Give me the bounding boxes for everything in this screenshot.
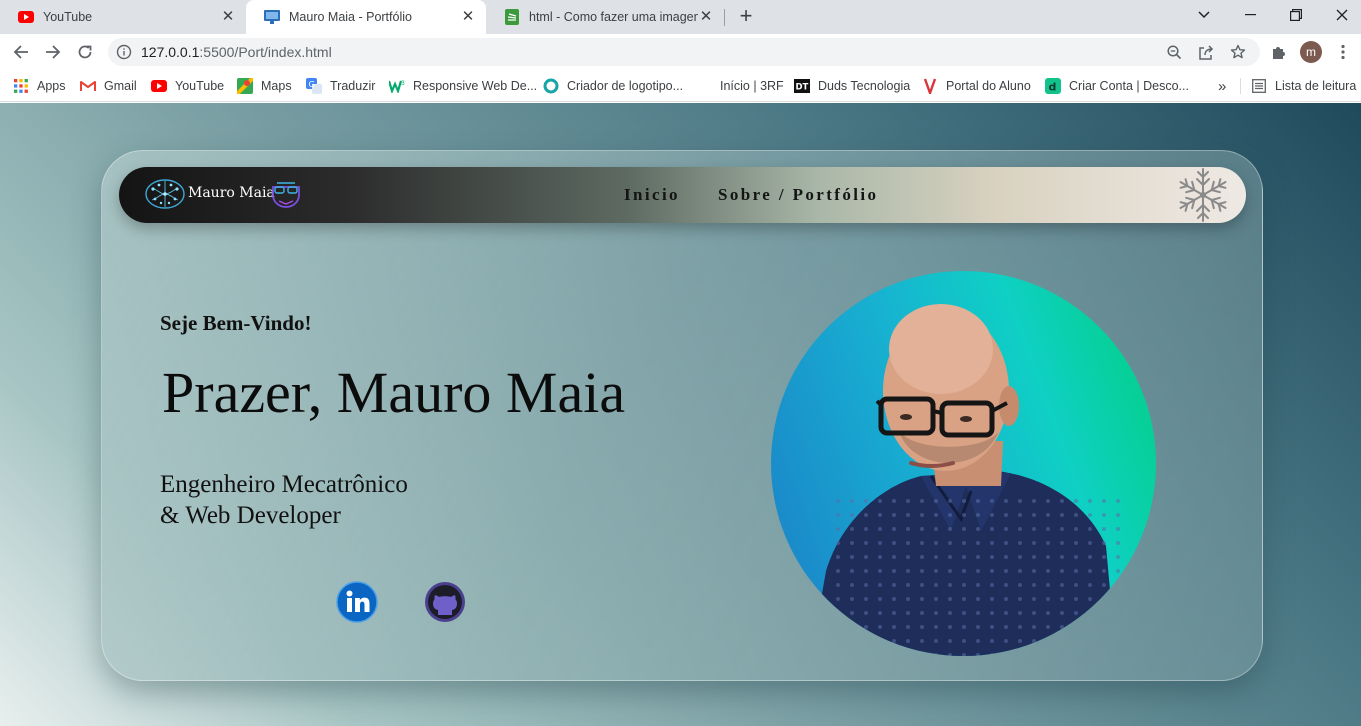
browser-toolbar: 127.0.0.1:5500/Port/index.html m <box>0 34 1361 70</box>
logo-maker-icon <box>543 78 559 94</box>
bookmark-logo-maker[interactable]: Criador de logotipo... <box>543 76 683 96</box>
bookmark-youtube[interactable]: YouTube <box>151 76 224 96</box>
tab-stackoverflow[interactable]: html - Como fazer uma imagem c ✕ <box>486 0 724 34</box>
youtube-icon <box>151 78 167 94</box>
vr-mask-logo-icon <box>269 179 303 211</box>
svg-text:G: G <box>309 80 315 89</box>
d-icon: d <box>1045 78 1061 94</box>
youtube-icon <box>18 9 34 25</box>
bookmark-responsive-web[interactable]: 3 Responsive Web De... <box>389 76 537 96</box>
reading-list-label: Lista de leitura <box>1275 79 1357 93</box>
hero-card: Mauro Maia Inicio Sobre / Portfólio Seje… <box>101 150 1263 681</box>
site-navbar: Mauro Maia Inicio Sobre / Portfólio <box>119 167 1246 223</box>
role-line-1: Engenheiro Mecatrônico <box>160 471 408 498</box>
monitor-icon <box>264 9 280 25</box>
new-tab-button[interactable]: + <box>735 5 757 28</box>
reload-button[interactable] <box>71 38 99 66</box>
page-title: Prazer, Mauro Maia <box>162 360 626 425</box>
tab-search-chevron-icon[interactable] <box>1181 0 1227 30</box>
bookmark-label: Portal do Aluno <box>946 79 1031 93</box>
bookmarks-bar: Apps Gmail YouTube Maps G Traduzir 3 Res… <box>0 70 1361 102</box>
bookmark-divider <box>1240 78 1241 94</box>
greeting-text: Seje Bem-Vindo! <box>160 311 312 335</box>
bookmark-label: Responsive Web De... <box>413 79 538 93</box>
tab-title: YouTube <box>43 10 93 24</box>
apps-grid-icon <box>13 78 29 94</box>
stackoverflow-icon <box>504 9 520 25</box>
tab-portfolio[interactable]: Mauro Maia - Portfólio ✕ <box>246 0 486 34</box>
nav-link-home[interactable]: Inicio <box>624 185 680 205</box>
close-tab-icon[interactable]: ✕ <box>220 9 236 25</box>
bookmark-maps[interactable]: Maps <box>237 76 292 96</box>
dt-icon: DT <box>794 78 810 94</box>
portal-icon <box>922 78 938 94</box>
nav-link-about[interactable]: Sobre / Portfólio <box>718 185 878 205</box>
bookmark-apps[interactable]: Apps <box>13 76 66 96</box>
url-text: 127.0.0.1:5500/Port/index.html <box>141 44 332 60</box>
bookmark-translate[interactable]: G Traduzir <box>306 76 375 96</box>
bookmark-label: YouTube <box>175 79 225 93</box>
snowflake-icon[interactable] <box>1173 165 1233 225</box>
restore-button[interactable] <box>1273 0 1319 30</box>
logo-text[interactable]: Mauro Maia <box>188 185 275 201</box>
bookmark-label: Maps <box>261 79 292 93</box>
back-button[interactable] <box>7 38 35 66</box>
bookmark-label: Gmail <box>104 79 137 93</box>
page-viewport: Mauro Maia Inicio Sobre / Portfólio Seje… <box>0 103 1361 726</box>
site-info-icon[interactable] <box>116 44 132 60</box>
bookmark-star-icon[interactable] <box>1228 42 1248 62</box>
svg-text:3: 3 <box>401 80 405 87</box>
bookmark-label: Duds Tecnologia <box>818 79 911 93</box>
profile-photo <box>771 271 1156 656</box>
minimize-button[interactable] <box>1227 0 1273 30</box>
reading-list-button[interactable]: Lista de leitura <box>1251 76 1356 96</box>
reading-list-icon <box>1251 78 1267 94</box>
tab-title: Mauro Maia - Portfólio <box>289 10 412 24</box>
translate-icon: G <box>306 78 322 94</box>
bookmark-label: Criador de logotipo... <box>567 79 684 93</box>
gmail-icon <box>80 78 96 94</box>
more-bookmarks-chevron-icon[interactable]: » <box>1218 76 1226 96</box>
role-text: Engenheiro Mecatrônico & Web Developer <box>160 469 408 531</box>
close-tab-icon[interactable]: ✕ <box>460 9 476 25</box>
tab-strip: YouTube ✕ Mauro Maia - Portfólio ✕ html … <box>0 0 1361 34</box>
menu-kebab-icon[interactable] <box>1329 38 1357 66</box>
tab-separator <box>724 9 725 26</box>
bookmark-duds[interactable]: DT Duds Tecnologia <box>794 76 910 96</box>
github-icon[interactable] <box>424 581 466 623</box>
w3-icon: 3 <box>389 78 405 94</box>
svg-text:DT: DT <box>796 83 809 93</box>
zoom-icon[interactable] <box>1164 42 1184 62</box>
svg-text:d: d <box>1049 81 1057 94</box>
address-bar[interactable]: 127.0.0.1:5500/Port/index.html <box>108 38 1260 66</box>
share-icon[interactable] <box>1196 42 1216 62</box>
bookmark-criar-conta[interactable]: d Criar Conta | Desco... <box>1045 76 1189 96</box>
forward-button[interactable] <box>39 38 67 66</box>
bookmark-label: Início | 3RF <box>720 79 784 93</box>
profile-avatar[interactable]: m <box>1300 41 1322 63</box>
bookmark-gmail[interactable]: Gmail <box>80 76 137 96</box>
brain-logo-icon[interactable] <box>143 177 187 211</box>
maps-icon <box>237 78 253 94</box>
tab-title: html - Como fazer uma imagem c <box>529 10 698 24</box>
bookmark-label: Traduzir <box>330 79 376 93</box>
bookmark-label: Criar Conta | Desco... <box>1069 79 1189 93</box>
extensions-puzzle-icon[interactable] <box>1265 38 1293 66</box>
role-line-2: & Web Developer <box>160 502 341 529</box>
close-tab-icon[interactable]: ✕ <box>698 9 714 25</box>
close-window-button[interactable] <box>1319 0 1361 30</box>
tab-youtube[interactable]: YouTube ✕ <box>0 0 246 34</box>
bookmark-label: Apps <box>37 79 66 93</box>
bookmark-portal[interactable]: Portal do Aluno <box>922 76 1031 96</box>
linkedin-icon[interactable] <box>336 581 378 623</box>
bookmark-3rf[interactable]: Início | 3RF <box>720 76 784 96</box>
